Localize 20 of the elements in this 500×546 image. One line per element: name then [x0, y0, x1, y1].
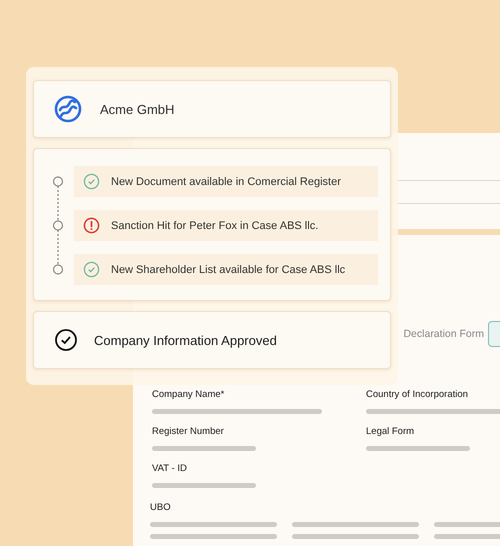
field-label: Legal Form	[366, 426, 416, 437]
field-label: VAT - ID	[152, 463, 188, 474]
status-text: Company Information Approved	[94, 332, 277, 348]
field-label: Company Name*	[152, 389, 226, 400]
logo-icon	[54, 95, 82, 123]
notification-item[interactable]: Sanction Hit for Peter Fox in Case ABS llc.	[74, 210, 378, 241]
notification-text: Sanction Hit for Peter Fox in Case ABS llc.	[111, 220, 318, 232]
alert-icon	[83, 217, 100, 234]
field-label: UBO	[150, 502, 172, 513]
section-title: Declaration Form	[403, 328, 484, 340]
check-icon	[83, 173, 100, 190]
notification-text: New Document available in Comercial Register	[111, 176, 341, 188]
check-icon	[83, 261, 100, 278]
field-label: Register Number	[152, 426, 225, 437]
check-icon	[54, 328, 78, 352]
field-label: Country of Incorporation	[366, 389, 469, 400]
notification-text: New Shareholder List available for Case ABS llc	[111, 264, 346, 276]
notification-item[interactable]: New Shareholder List available for Case ABS llc	[74, 254, 378, 285]
notification-item[interactable]: New Document available in Comercial Register	[74, 166, 378, 197]
company-name: Acme GmbH	[100, 102, 174, 116]
